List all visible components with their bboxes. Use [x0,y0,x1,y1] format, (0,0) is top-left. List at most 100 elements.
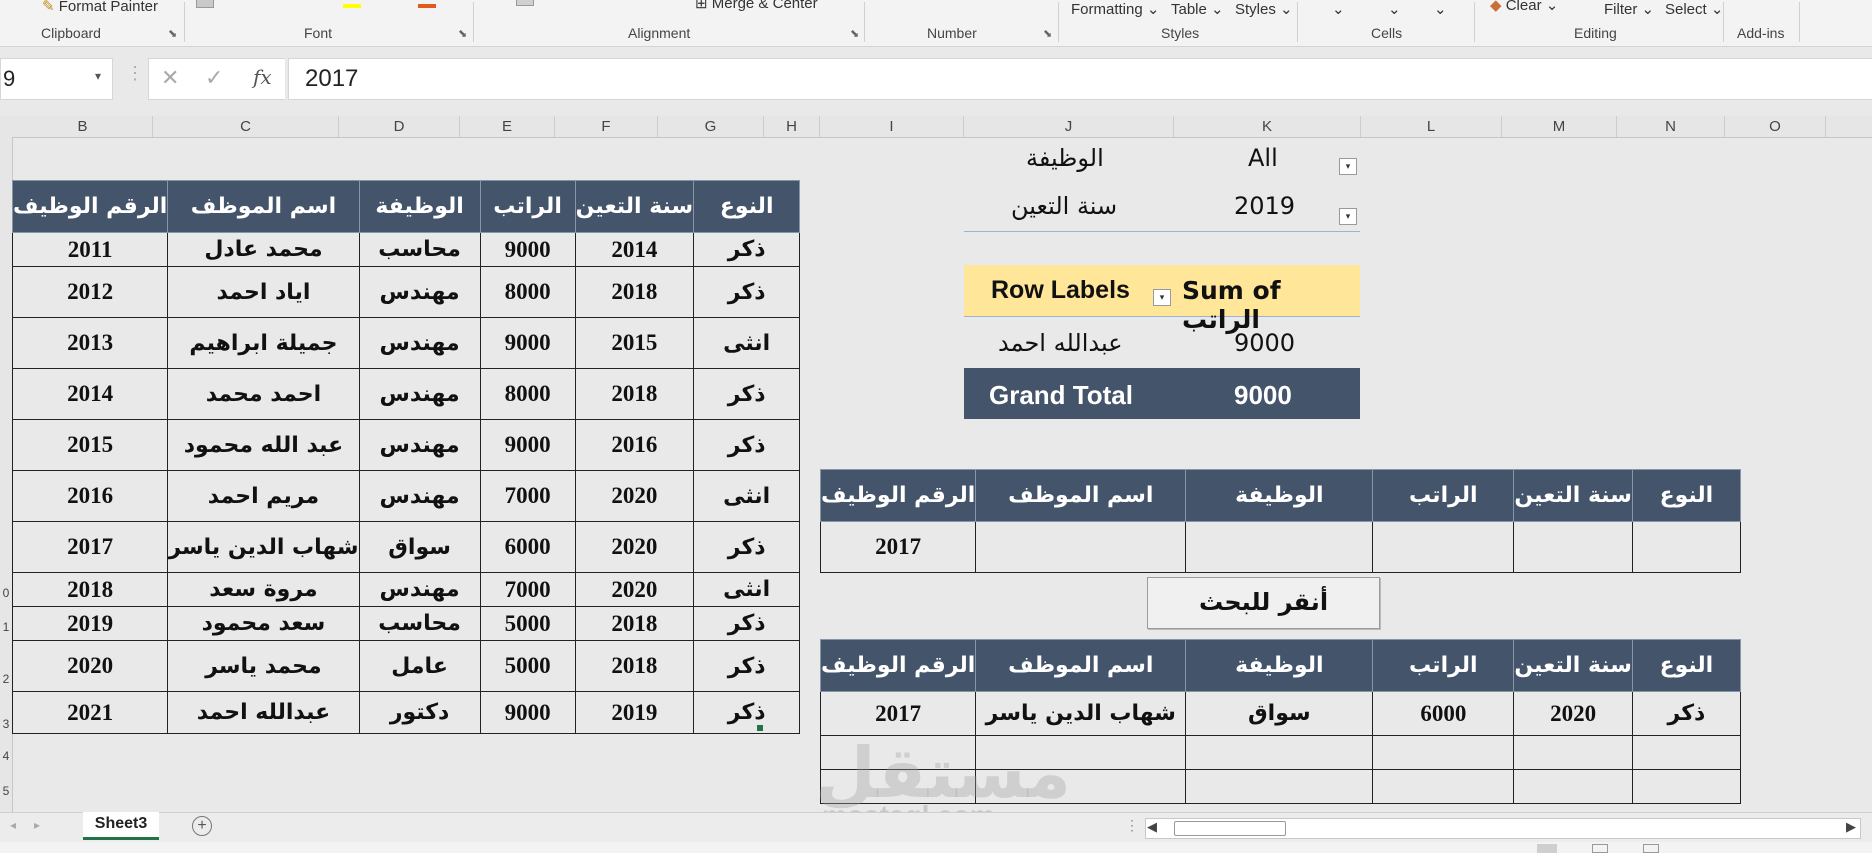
header-employee-id[interactable]: الرقم الوظيف [819,639,977,692]
column-header[interactable]: G [658,116,764,137]
cell[interactable]: 2020 [574,470,695,522]
filter-dropdown-icon[interactable]: ▾ [1339,158,1357,175]
header-employee-name[interactable]: اسم الموظف [975,469,1187,522]
column-header[interactable]: C [153,116,339,137]
cell[interactable]: 5000 [479,606,576,641]
name-box-chevron-down-icon[interactable]: ▾ [95,69,101,83]
cell[interactable]: 8000 [479,266,576,318]
header-employee-name[interactable]: اسم الموظف [167,180,360,233]
row-number[interactable]: 4 [0,749,12,763]
alignment-launcher-icon[interactable]: ⬊ [850,27,859,40]
cell[interactable]: عامل [358,640,481,692]
insert-dropdown[interactable]: ⌄ [1332,0,1345,18]
cell[interactable] [1513,521,1633,573]
cell[interactable]: 6000 [1372,691,1515,736]
row-number[interactable]: 0 [0,586,12,600]
pivot-row-value[interactable]: 9000 [1234,329,1295,357]
cell[interactable] [1631,769,1741,804]
sheet-tab-sheet3[interactable]: Sheet3 [83,812,159,840]
header-salary[interactable]: الراتب [479,180,576,233]
column-header[interactable]: E [460,116,555,137]
cell[interactable]: ذكر [1631,691,1741,736]
cell[interactable]: انثى [693,470,801,522]
cell[interactable] [1513,769,1633,804]
row-number[interactable]: 2 [0,672,12,686]
cell[interactable]: سعد محمود [167,606,360,641]
name-box[interactable]: 9 ▾ [0,58,113,100]
cell[interactable]: 2015 [11,419,169,471]
format-dropdown[interactable]: ⌄ [1434,0,1447,18]
cell[interactable]: ذكر [693,419,801,471]
cell[interactable] [1631,735,1741,770]
pivot-row-labels[interactable]: Row Labels [991,276,1130,305]
header-employee-name[interactable]: اسم الموظف [975,639,1187,692]
cell[interactable]: 2018 [574,368,695,420]
cell[interactable]: محمد عادل [167,232,360,267]
cell[interactable]: 2019 [574,691,695,734]
cell[interactable] [1513,735,1633,770]
cell[interactable]: 2021 [11,691,169,734]
cell[interactable]: 2015 [574,317,695,369]
scrollbar-thumb[interactable] [1174,821,1286,836]
cell[interactable]: 2019 [11,606,169,641]
enter-check-icon[interactable]: ✓ [205,65,223,91]
merge-center-button[interactable]: ⊞ Merge & Center [695,0,818,12]
grand-total-label[interactable]: Grand Total [989,380,1133,411]
cell[interactable]: 2018 [11,572,169,607]
scroll-right-icon[interactable]: ▶ [1846,819,1856,835]
page-layout-view-icon[interactable] [1592,844,1608,853]
cell[interactable]: محمد ياسر [167,640,360,692]
column-header[interactable]: I [820,116,964,137]
header-salary[interactable]: الراتب [1372,469,1515,522]
column-header[interactable]: M [1502,116,1617,137]
cell[interactable]: 5000 [479,640,576,692]
column-header[interactable]: F [555,116,658,137]
cell[interactable]: 2020 [574,572,695,607]
column-header[interactable]: L [1361,116,1502,137]
header-hire-year[interactable]: سنة التعين [1513,639,1633,692]
cell[interactable]: جميلة ابراهيم [167,317,360,369]
cell[interactable]: 2017 [819,691,977,736]
select-button[interactable]: Select ⌄ [1665,0,1723,18]
cell[interactable]: مهندس [358,572,481,607]
add-sheet-icon[interactable]: + [192,816,212,836]
cell[interactable]: 2016 [574,419,695,471]
cell[interactable]: 9000 [479,232,576,267]
grand-total-value[interactable]: 9000 [1234,380,1292,411]
cell[interactable]: سواق [1185,691,1374,736]
align-center-button[interactable] [516,0,534,6]
pivot-row-name[interactable]: عبدالله احمد [998,329,1123,357]
cell[interactable]: 2020 [574,521,695,573]
cell[interactable] [1372,521,1515,573]
cell[interactable]: مروة سعد [167,572,360,607]
column-header[interactable]: N [1617,116,1725,137]
cell[interactable]: ذكر [693,521,801,573]
cell[interactable] [1631,521,1741,573]
cell[interactable]: 2013 [11,317,169,369]
row-number[interactable]: 5 [0,784,12,798]
header-gender[interactable]: النوع [1631,639,1741,692]
cell[interactable]: ذكر [693,368,801,420]
cell[interactable]: 9000 [479,317,576,369]
insert-function-icon[interactable]: fx [253,65,272,89]
header-employee-id[interactable]: الرقم الوظيف [819,469,977,522]
cell[interactable]: اياد احمد [167,266,360,318]
cell[interactable]: 9000 [479,691,576,734]
header-job[interactable]: الوظيفة [358,180,481,233]
cell[interactable] [1185,521,1374,573]
delete-dropdown[interactable]: ⌄ [1388,0,1401,18]
cell[interactable]: محاسب [358,606,481,641]
header-hire-year[interactable]: سنة التعين [1513,469,1633,522]
column-header[interactable]: D [339,116,460,137]
search-button[interactable]: أنقر للبحث [1147,577,1380,629]
column-header[interactable]: J [964,116,1174,137]
page-break-view-icon[interactable] [1643,844,1659,853]
font-launcher-icon[interactable]: ⬊ [458,27,467,40]
cell[interactable]: ذكر [693,266,801,318]
column-header[interactable]: K [1174,116,1361,137]
table-resize-handle[interactable] [757,725,763,731]
column-header[interactable]: O [1725,116,1826,137]
cell[interactable]: 6000 [479,521,576,573]
column-header[interactable]: B [13,116,153,137]
cell[interactable]: 2012 [11,266,169,318]
